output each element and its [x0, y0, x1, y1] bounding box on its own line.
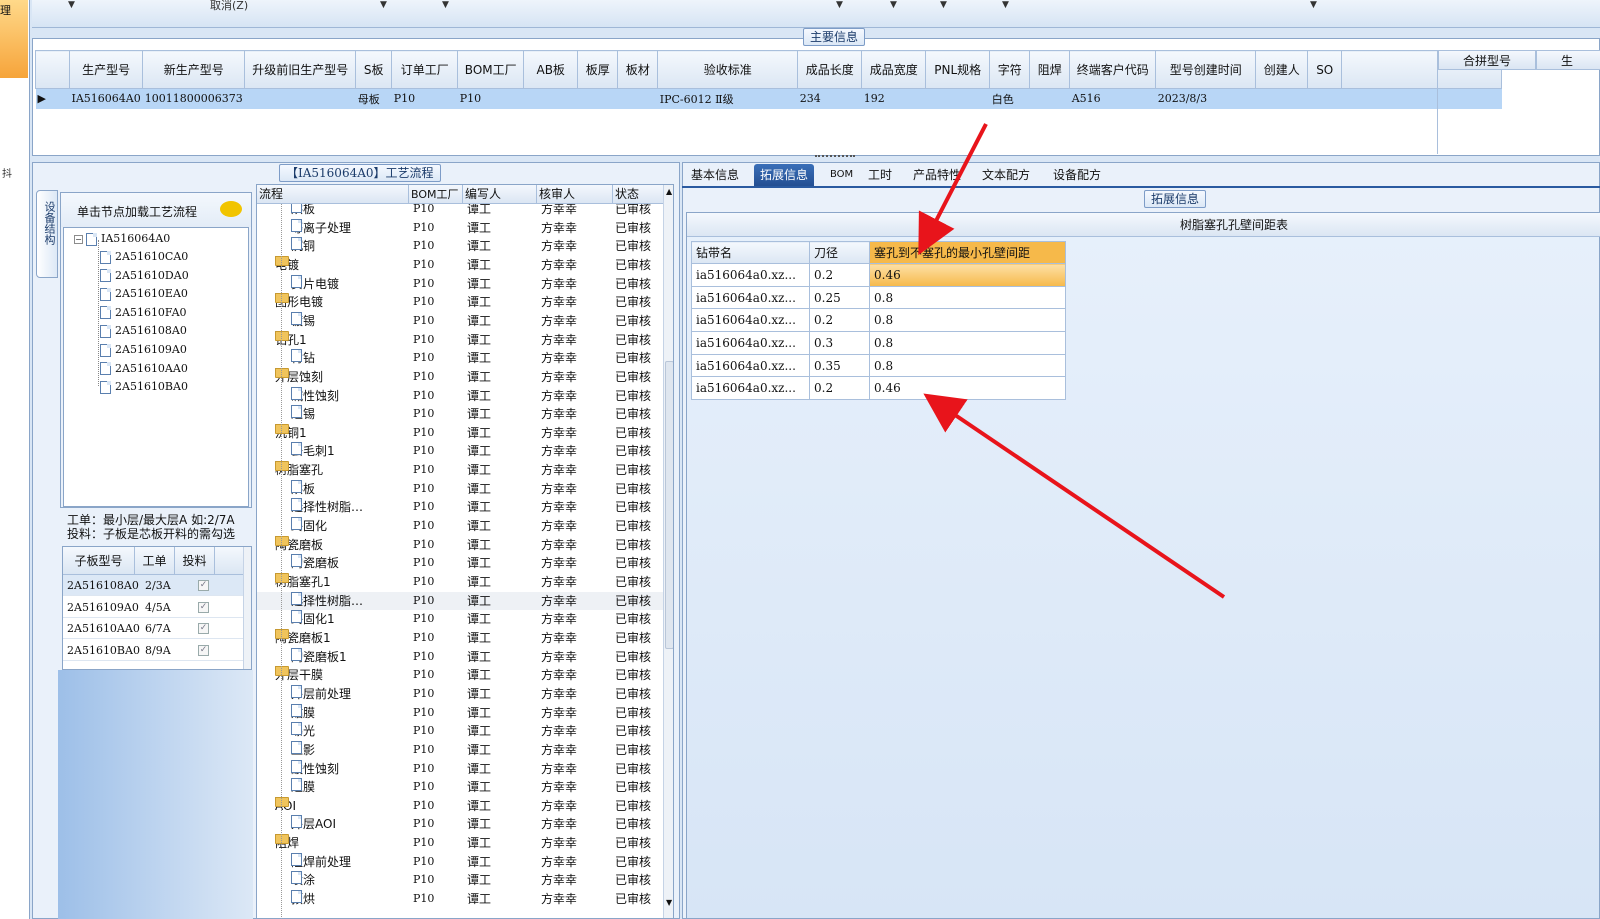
arrow-bottom — [923, 393, 1226, 599]
annotation-arrows — [918, 123, 1226, 599]
main-info-title: 主要信息 — [803, 28, 866, 46]
arrow-top — [918, 123, 988, 256]
process-title: 【IA516064A0】工艺流程 — [279, 164, 441, 182]
ext-info-title: 拓展信息 — [1144, 190, 1207, 208]
